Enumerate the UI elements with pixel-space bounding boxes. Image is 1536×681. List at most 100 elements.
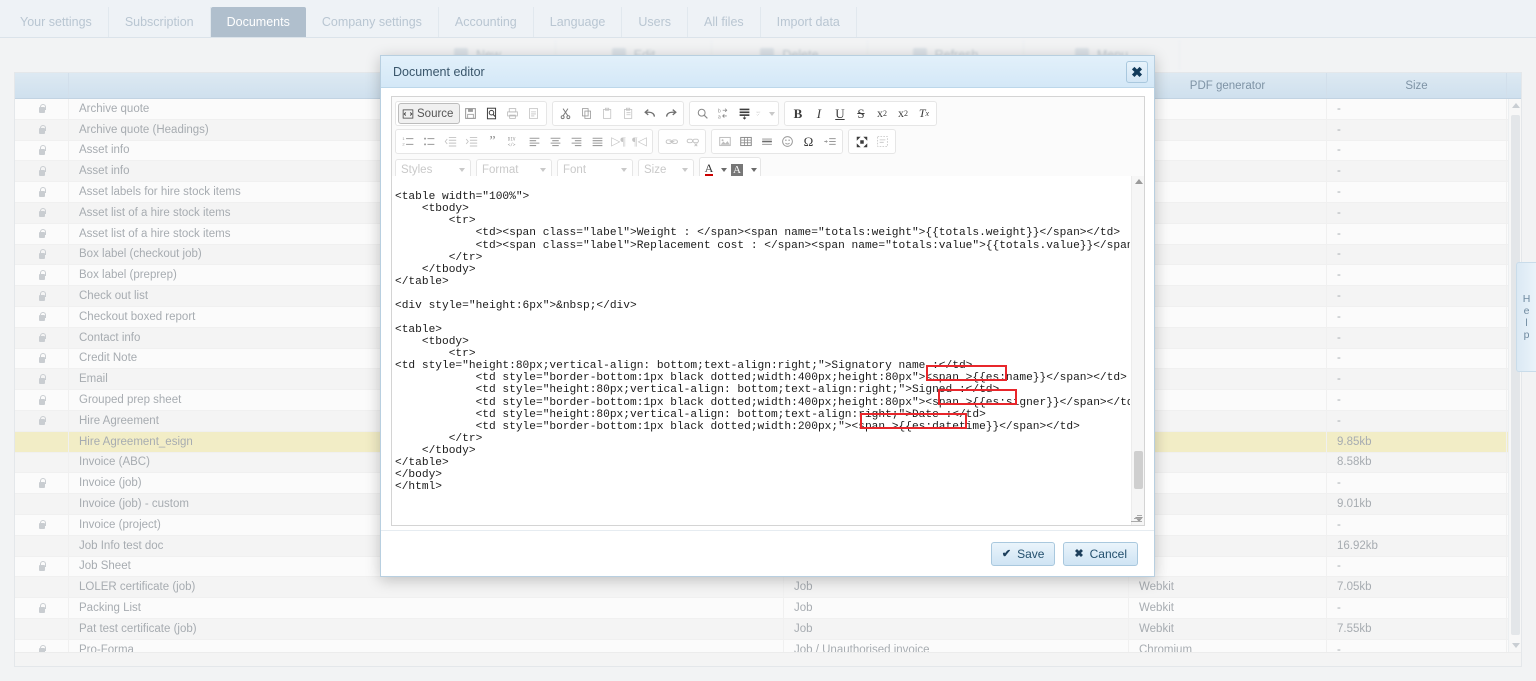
cancel-button[interactable]: ✖ Cancel (1063, 541, 1138, 566)
outdent-icon[interactable] (440, 131, 461, 152)
nav-tab-your-settings[interactable]: Your settings (4, 7, 109, 37)
dialog-footer: ✔ Save ✖ Cancel (381, 530, 1154, 576)
lock-icon (37, 249, 46, 260)
paste-from-word-icon[interactable] (618, 103, 639, 124)
documents-grid-scrollbar[interactable] (1508, 99, 1521, 652)
maximize-icon[interactable] (851, 131, 872, 152)
column-header-size[interactable]: Size (1327, 73, 1507, 98)
pdf-generator-cell (1129, 244, 1327, 265)
nav-tab-language[interactable]: Language (534, 7, 623, 37)
source-editor-area[interactable]: <table width="100%"> <tbody> <tr> <td><s… (392, 176, 1144, 525)
nav-tab-documents[interactable]: Documents (210, 7, 306, 37)
lock-icon (37, 124, 46, 135)
link-icon[interactable] (661, 131, 682, 152)
size-cell: 16.92kb (1327, 535, 1507, 556)
nav-tab-subscription[interactable]: Subscription (109, 7, 211, 37)
scroll-down-icon[interactable] (1512, 643, 1520, 648)
bold-icon[interactable]: B (787, 103, 808, 124)
select-all-icon[interactable] (734, 103, 755, 124)
pdf-generator-cell (1129, 119, 1327, 140)
table-row[interactable]: Packing List Job Webkit - (15, 598, 1521, 619)
lock-icon (37, 187, 46, 198)
lock-cell (15, 410, 69, 431)
lock-icon (37, 478, 46, 489)
div-container-icon[interactable]: DIV </> (503, 131, 524, 152)
smiley-icon[interactable] (777, 131, 798, 152)
new-page-icon[interactable] (481, 103, 502, 124)
format-combo-label: Format (482, 163, 519, 176)
nav-tab-all-files[interactable]: All files (688, 7, 761, 37)
toolbar-group-insert: Ω (711, 129, 843, 154)
unlink-icon[interactable] (682, 131, 703, 152)
justify-icon[interactable] (587, 131, 608, 152)
table-icon[interactable] (735, 131, 756, 152)
help-tab[interactable]: Help (1516, 262, 1536, 372)
find-icon[interactable] (692, 103, 713, 124)
source-scrollbar-thumb[interactable] (1134, 451, 1143, 489)
cut-icon[interactable] (555, 103, 576, 124)
close-icon[interactable]: ✖ (1126, 60, 1148, 83)
size-cell: - (1327, 473, 1507, 494)
align-left-icon[interactable] (524, 131, 545, 152)
page-break-icon[interactable] (819, 131, 840, 152)
toolbar-group-editing: ba ABC (689, 101, 780, 126)
lock-cell (15, 514, 69, 535)
pdf-generator-cell (1129, 140, 1327, 161)
rtl-icon[interactable]: ¶◁ (629, 131, 650, 152)
horizontal-rule-icon[interactable] (756, 131, 777, 152)
subscript-icon[interactable]: x2 (871, 103, 892, 124)
align-center-icon[interactable] (545, 131, 566, 152)
remove-format-icon[interactable]: Tx (913, 103, 934, 124)
strike-icon[interactable]: S (850, 103, 871, 124)
copy-icon[interactable] (576, 103, 597, 124)
nav-tab-import-data[interactable]: Import data (761, 7, 857, 37)
lock-icon (37, 207, 46, 218)
align-right-icon[interactable] (566, 131, 587, 152)
pdf-generator-cell (1129, 452, 1327, 473)
redo-icon[interactable] (660, 103, 681, 124)
paste-icon[interactable] (597, 103, 618, 124)
lock-icon (37, 270, 46, 281)
nav-tab-users[interactable]: Users (622, 7, 689, 37)
templates-icon[interactable] (523, 103, 544, 124)
undo-icon[interactable] (639, 103, 660, 124)
lock-cell (15, 265, 69, 286)
scrollbar-thumb[interactable] (1511, 115, 1520, 635)
scroll-up-icon[interactable] (1512, 103, 1520, 108)
lock-cell (15, 244, 69, 265)
column-header-pdf-generator[interactable]: PDF generator (1129, 73, 1327, 98)
size-cell: - (1327, 369, 1507, 390)
pdf-generator-cell (1129, 410, 1327, 431)
table-row[interactable]: Pat test certificate (job) Job Webkit 7.55k… (15, 618, 1521, 640)
underline-icon[interactable]: U (829, 103, 850, 124)
nav-tab-accounting[interactable]: Accounting (439, 7, 534, 37)
bulleted-list-icon[interactable] (419, 131, 440, 152)
italic-icon[interactable]: I (808, 103, 829, 124)
source-scrollbar[interactable] (1131, 176, 1144, 525)
spellcheck-icon[interactable]: ABC (755, 103, 776, 124)
ltr-icon[interactable]: ▷¶ (608, 131, 629, 152)
superscript-icon[interactable]: x2 (892, 103, 913, 124)
editor-resize-handle[interactable] (1130, 511, 1142, 523)
indent-icon[interactable] (461, 131, 482, 152)
blockquote-icon[interactable]: ” (482, 131, 503, 152)
image-icon[interactable] (714, 131, 735, 152)
special-char-icon[interactable]: Ω (798, 131, 819, 152)
size-cell: - (1327, 598, 1507, 618)
size-cell: 9.85kb (1327, 431, 1507, 452)
source-icon[interactable]: Source (398, 103, 461, 124)
nav-tab-company-settings[interactable]: Company settings (306, 7, 439, 37)
show-blocks-icon[interactable] (872, 131, 893, 152)
table-row[interactable]: LOLER certificate (job) Job Webkit 7.05kb (15, 577, 1521, 599)
numbered-list-icon[interactable]: 12 (398, 131, 419, 152)
document-name-cell: Packing List (69, 598, 784, 618)
preview-print-icon[interactable] (502, 103, 523, 124)
size-cell: - (1327, 99, 1507, 119)
source-code-textarea[interactable]: <table width="100%"> <tbody> <tr> <td><s… (393, 191, 1130, 500)
save-icon[interactable] (460, 103, 481, 124)
lock-cell (15, 577, 69, 598)
replace-icon[interactable]: ba (713, 103, 734, 124)
source-scroll-up-icon[interactable] (1135, 179, 1143, 184)
save-button[interactable]: ✔ Save (990, 541, 1056, 566)
column-header-lock[interactable] (15, 73, 69, 98)
